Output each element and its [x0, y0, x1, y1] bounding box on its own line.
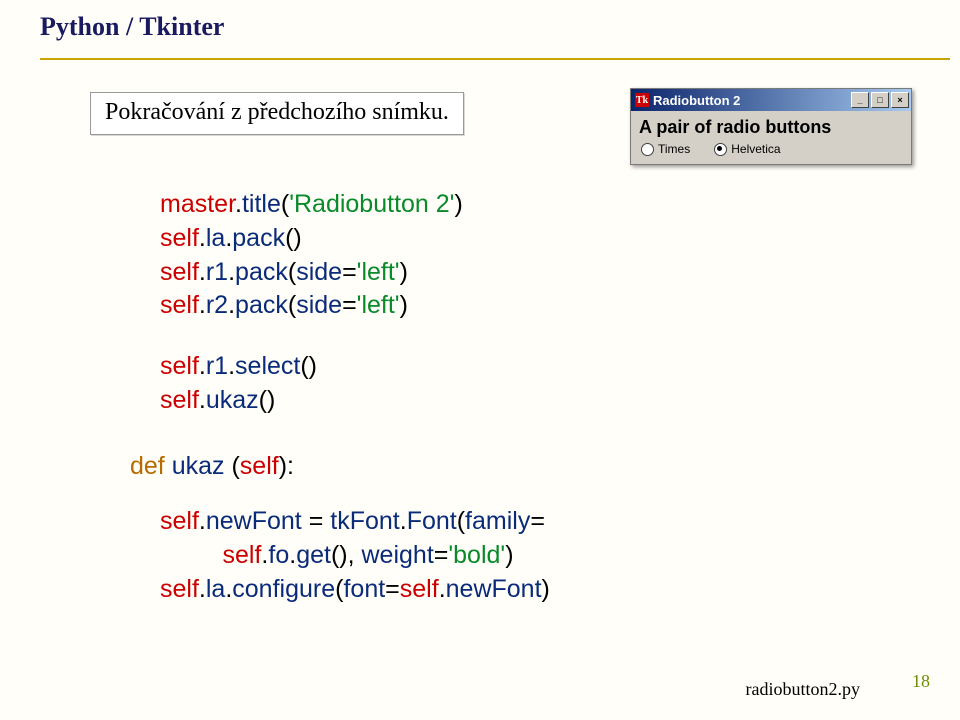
tk-window-title: Radiobutton 2 [653, 93, 740, 108]
tk-titlebar: Tk Radiobutton 2 _ □ × [631, 89, 911, 111]
title-underline [40, 58, 950, 60]
radio-icon [714, 143, 727, 156]
code-block-4: self.newFont = tkFont.Font(family= self.… [160, 505, 550, 606]
radio-label: Times [658, 142, 690, 156]
maximize-icon: □ [871, 92, 889, 108]
tk-window-screenshot: Tk Radiobutton 2 _ □ × A pair of radio b… [630, 88, 912, 165]
code-block-1: master.title('Radiobutton 2') self.la.pa… [160, 188, 463, 323]
page-number: 18 [912, 671, 930, 692]
tk-radio-option: Times [641, 142, 690, 156]
radio-icon [641, 143, 654, 156]
radio-label: Helvetica [731, 142, 780, 156]
tk-icon: Tk [635, 93, 649, 107]
slide-title: Python / Tkinter [40, 12, 224, 42]
code-block-3: def ukaz (self): [130, 450, 294, 484]
tk-radio-option: Helvetica [714, 142, 780, 156]
footer-filename: radiobutton2.py [746, 679, 861, 700]
continuation-note: Pokračování z předchozího snímku. [90, 92, 464, 135]
code-block-2: self.r1.select() self.ukaz() [160, 350, 317, 418]
tk-label: A pair of radio buttons [639, 115, 903, 142]
tk-window-body: A pair of radio buttons Times Helvetica [631, 111, 911, 164]
close-icon: × [891, 92, 909, 108]
minimize-icon: _ [851, 92, 869, 108]
